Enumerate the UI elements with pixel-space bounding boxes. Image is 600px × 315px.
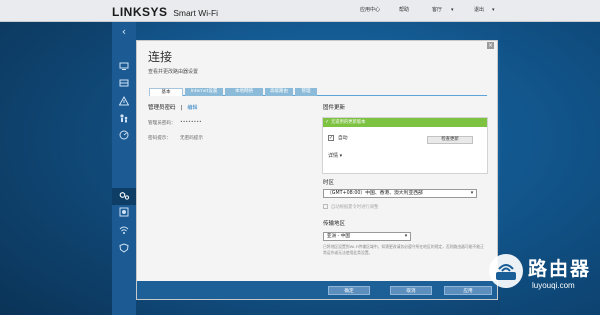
page-title: 连接	[148, 50, 173, 64]
troubleshooting-icon[interactable]	[116, 206, 132, 220]
region-value: 亚洲 - 中国	[327, 234, 350, 239]
dst-checkbox[interactable]	[323, 204, 328, 209]
caret-down-icon: ▾	[339, 153, 343, 159]
region-note: 已将地区设置到Wi-Fi传输区域中。如需更改请务必遵守所在地区的规定，否则路由器…	[323, 244, 484, 255]
chevron-down-icon[interactable]: ▾	[492, 7, 495, 13]
password-hint-row: 密码提示： 无密码提示	[148, 135, 203, 141]
admin-password-label: 管理员密码：	[148, 121, 176, 126]
password-hint-value: 无密码提示	[180, 136, 203, 141]
ok-button[interactable]: 确定	[328, 286, 370, 295]
dst-label: 自动根据夏令时进行调整	[331, 205, 379, 210]
nav-link-logout[interactable]: 退出	[474, 6, 484, 13]
speed-test-icon[interactable]	[116, 129, 132, 143]
left-background-band	[0, 22, 112, 315]
close-icon[interactable]: ×	[487, 42, 494, 49]
auto-update-option[interactable]: ✓ 自动	[328, 134, 348, 141]
brand[interactable]: LINKSYS Smart Wi-Fi	[112, 5, 218, 19]
watermark-text: 路由器	[528, 258, 592, 280]
dst-option[interactable]: 自动根据夏令时进行调整	[323, 204, 378, 210]
timezone-value: （GMT+08:00）中国、香港、澳大利亚西部	[327, 191, 423, 196]
media-prioritization-icon[interactable]	[116, 77, 132, 91]
admin-password-title: 管理员密码	[148, 105, 176, 111]
tab-administration[interactable]: 管理	[295, 88, 317, 96]
linksys-logo: LINKSYS	[112, 5, 168, 19]
admin-password-row: 管理员密码： ••••••••	[148, 120, 202, 126]
watermark-url: luyouqi.com	[532, 281, 575, 290]
router-logo-icon	[489, 254, 523, 288]
chevron-down-icon[interactable]: ▾	[451, 7, 454, 13]
auto-update-checkbox[interactable]: ✓	[328, 135, 334, 141]
details-toggle[interactable]: 详情 ▾	[328, 152, 342, 159]
product-name: Smart Wi-Fi	[173, 8, 219, 18]
cancel-button[interactable]: 取消	[390, 286, 432, 295]
timezone-heading: 时区	[323, 180, 335, 186]
watermark: 路由器 luyouqi.com	[484, 252, 600, 312]
chevron-left-icon[interactable]: ‹	[116, 25, 132, 39]
nav-link-help[interactable]: 帮助	[399, 6, 409, 13]
wireless-icon[interactable]	[116, 224, 132, 238]
region-select[interactable]: 亚洲 - 中国 ▾	[323, 232, 411, 241]
firmware-status-bar: ✓ 无适用的更新版本	[323, 118, 487, 127]
tab-local-network[interactable]: 本地网络	[225, 88, 263, 96]
heading-separator: |	[180, 105, 183, 111]
auto-update-label: 自动	[338, 136, 348, 141]
tab-bar: 基本 Internet设置 本地网络 高级路由 管理	[149, 88, 487, 96]
tab-advanced-routing[interactable]: 高级路由	[265, 88, 293, 96]
connectivity-dialog: × 连接 查看并更改路由器设置 基本 Internet设置 本地网络 高级路由 …	[136, 40, 498, 300]
edit-link[interactable]: 编辑	[187, 105, 197, 111]
tab-internet-settings[interactable]: Internet设置	[185, 88, 223, 96]
details-label: 详情	[328, 153, 339, 159]
connectivity-icon[interactable]	[116, 190, 132, 204]
page-subtitle: 查看并更改路由器设置	[148, 69, 199, 75]
nav-link-app-center[interactable]: 应用中心	[360, 6, 380, 13]
parental-controls-icon[interactable]	[116, 112, 132, 126]
transmission-region-heading: 传输地区	[323, 221, 346, 227]
sidebar: ‹	[112, 22, 136, 315]
tab-basic[interactable]: 基本	[149, 88, 183, 96]
timezone-select[interactable]: （GMT+08:00）中国、香港、澳大利亚西部 ▾	[323, 189, 477, 198]
dialog-footer: 确定 取消 应用	[137, 281, 497, 299]
security-icon[interactable]	[116, 242, 132, 256]
admin-password-heading: 管理员密码 | 编辑	[148, 103, 197, 111]
firmware-status-text: 无适用的更新版本	[331, 120, 366, 125]
firmware-update-heading: 固件更新	[323, 105, 346, 111]
chevron-down-icon: ▾	[470, 190, 474, 196]
admin-password-value: ••••••••	[180, 120, 202, 125]
nav-link-location[interactable]: 客厅	[432, 6, 442, 13]
alert-icon[interactable]	[116, 95, 132, 109]
firmware-update-panel: ✓ 无适用的更新版本 ✓ 自动 检查更新 详情 ▾	[322, 117, 488, 174]
check-icon: ✓	[325, 119, 330, 125]
chevron-down-icon: ▾	[404, 233, 408, 239]
check-update-button[interactable]: 检查更新	[427, 136, 473, 144]
top-bar: LINKSYS Smart Wi-Fi 应用中心 帮助 客厅 ▾ 退出 ▾	[0, 0, 600, 22]
devices-icon[interactable]	[116, 60, 132, 74]
password-hint-label: 密码提示：	[148, 136, 171, 141]
